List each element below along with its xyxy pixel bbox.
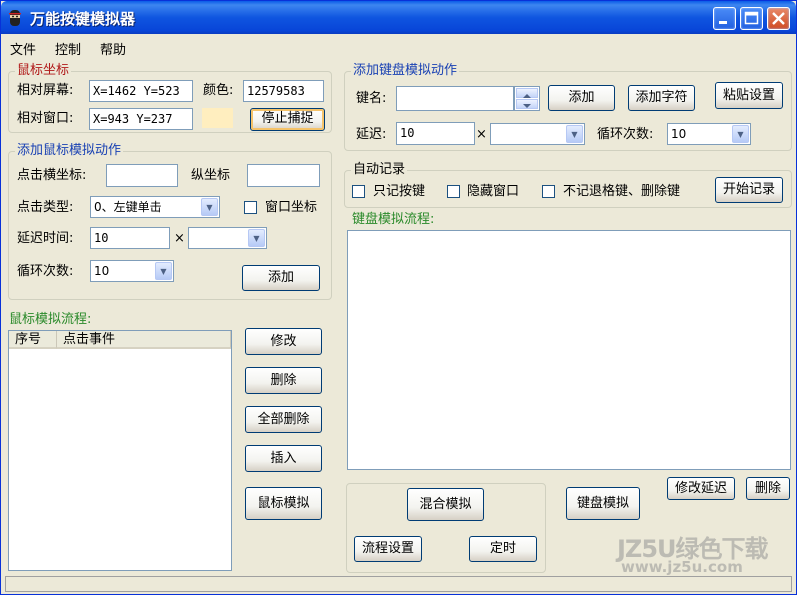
mouse-action-title: 添加鼠标模拟动作	[15, 143, 124, 159]
loop-label: 循环次数:	[17, 264, 74, 279]
mouse-delay-unit-select[interactable]: ▼	[188, 227, 267, 249]
chevron-down-icon[interactable]: ▼	[732, 125, 749, 143]
mixed-simulate-button[interactable]: 混合模拟	[407, 488, 484, 521]
color-label: 颜色:	[203, 83, 234, 98]
click-type-value: 0、左键单击	[94, 200, 162, 214]
delete-key-button[interactable]: 删除	[746, 477, 790, 500]
watermark-line2: www.jz5u.com	[621, 558, 743, 576]
key-name-label: 键名:	[356, 91, 387, 106]
no-backspace-label: 不记退格键、删除键	[563, 184, 681, 199]
column-seq[interactable]: 序号	[9, 331, 57, 349]
spin-up-button[interactable]	[516, 88, 538, 98]
keyboard-flow-title: 键盘模拟流程:	[352, 212, 435, 227]
mouse-loop-value: 10	[94, 264, 110, 278]
no-backspace-checkbox[interactable]	[542, 185, 555, 198]
chevron-down-icon[interactable]: ▼	[566, 125, 583, 143]
delay-label: 延迟时间:	[17, 231, 74, 246]
status-bar	[5, 576, 792, 592]
times-symbol: ×	[174, 231, 185, 246]
close-button[interactable]	[767, 7, 790, 30]
insert-mouse-button[interactable]: 插入	[245, 445, 322, 472]
keyboard-simulate-button[interactable]: 键盘模拟	[566, 487, 640, 520]
delete-all-mouse-button[interactable]: 全部删除	[245, 406, 322, 433]
modify-delay-button[interactable]: 修改延迟	[667, 477, 735, 500]
only-keys-label: 只记按键	[373, 184, 426, 199]
click-y-input[interactable]	[247, 164, 320, 187]
paste-settings-button[interactable]: 粘贴设置	[715, 82, 783, 109]
click-y-label: 纵坐标	[191, 168, 231, 183]
app-window: 万能按键模拟器 文件 控制 帮助 鼠标坐标 相对屏幕: X=1462 Y=523…	[0, 0, 797, 595]
chevron-down-icon[interactable]: ▼	[248, 229, 265, 247]
close-icon	[772, 12, 785, 25]
kb-times-symbol: ×	[476, 127, 487, 142]
hide-window-label: 隐藏窗口	[467, 184, 520, 199]
window-coords-field[interactable]: X=943 Y=237	[89, 108, 193, 130]
stop-capture-button[interactable]: 停止捕捉	[250, 108, 325, 131]
delete-mouse-button[interactable]: 删除	[245, 367, 322, 394]
click-type-label: 点击类型:	[17, 200, 74, 215]
add-chars-button[interactable]: 添加字符	[628, 85, 695, 111]
window-coords-label: 相对窗口:	[17, 111, 74, 126]
add-mouse-action-button[interactable]: 添加	[242, 265, 320, 291]
chevron-down-icon[interactable]: ▼	[201, 198, 218, 216]
mouse-delay-input[interactable]: 10	[90, 227, 170, 249]
minimize-icon	[719, 21, 727, 24]
modify-mouse-button[interactable]: 修改	[245, 328, 322, 355]
auto-record-title: 自动记录	[351, 162, 408, 178]
key-spinner[interactable]	[514, 86, 540, 111]
color-value-field[interactable]: 12579583	[243, 80, 324, 102]
flow-settings-button[interactable]: 流程设置	[354, 536, 422, 562]
chevron-down-icon[interactable]: ▼	[155, 262, 172, 280]
menu-help[interactable]: 帮助	[100, 39, 126, 58]
click-x-input[interactable]	[106, 164, 178, 187]
mouse-simulate-button[interactable]: 鼠标模拟	[245, 487, 322, 520]
mouse-coords-title: 鼠标坐标	[15, 63, 72, 79]
ninja-icon	[9, 10, 21, 26]
color-swatch	[202, 108, 233, 128]
mouse-loop-select[interactable]: 10 ▼	[90, 260, 174, 282]
chevron-down-icon	[523, 104, 531, 108]
mouse-flow-title: 鼠标模拟流程:	[9, 312, 92, 327]
window-coord-checkbox[interactable]	[244, 201, 257, 214]
screen-label: 相对屏幕:	[17, 83, 74, 98]
screen-coords-field[interactable]: X=1462 Y=523	[89, 80, 193, 102]
mouse-flow-list[interactable]: 序号 点击事件	[8, 330, 232, 571]
key-name-input[interactable]	[396, 86, 514, 111]
menu-file[interactable]: 文件	[10, 39, 36, 58]
column-event[interactable]: 点击事件	[57, 331, 231, 349]
maximize-icon	[744, 11, 759, 25]
window-title: 万能按键模拟器	[30, 10, 136, 28]
spin-down-button[interactable]	[516, 99, 538, 109]
kb-delay-unit-select[interactable]: ▼	[490, 123, 585, 145]
menu-bar: 文件 控制 帮助	[1, 36, 796, 58]
keyboard-flow-list[interactable]	[347, 230, 791, 470]
title-bar[interactable]: 万能按键模拟器	[1, 1, 796, 34]
only-keys-checkbox[interactable]	[352, 185, 365, 198]
kb-loop-select[interactable]: 10 ▼	[667, 123, 751, 145]
click-x-label: 点击横坐标:	[17, 168, 87, 183]
minimize-button[interactable]	[713, 7, 736, 30]
window-coord-label: 窗口坐标	[265, 200, 318, 215]
kb-delay-input[interactable]: 10	[396, 122, 475, 145]
start-record-button[interactable]: 开始记录	[715, 177, 783, 203]
timer-button[interactable]: 定时	[469, 536, 537, 562]
keyboard-action-title: 添加键盘模拟动作	[351, 63, 460, 79]
hide-window-checkbox[interactable]	[447, 185, 460, 198]
menu-control[interactable]: 控制	[55, 39, 81, 58]
click-type-select[interactable]: 0、左键单击 ▼	[90, 196, 220, 218]
kb-delay-label: 延迟:	[356, 127, 387, 142]
maximize-button[interactable]	[740, 7, 763, 30]
add-key-button[interactable]: 添加	[548, 85, 615, 111]
kb-loop-label: 循环次数:	[597, 127, 654, 142]
kb-loop-value: 10	[671, 127, 687, 141]
